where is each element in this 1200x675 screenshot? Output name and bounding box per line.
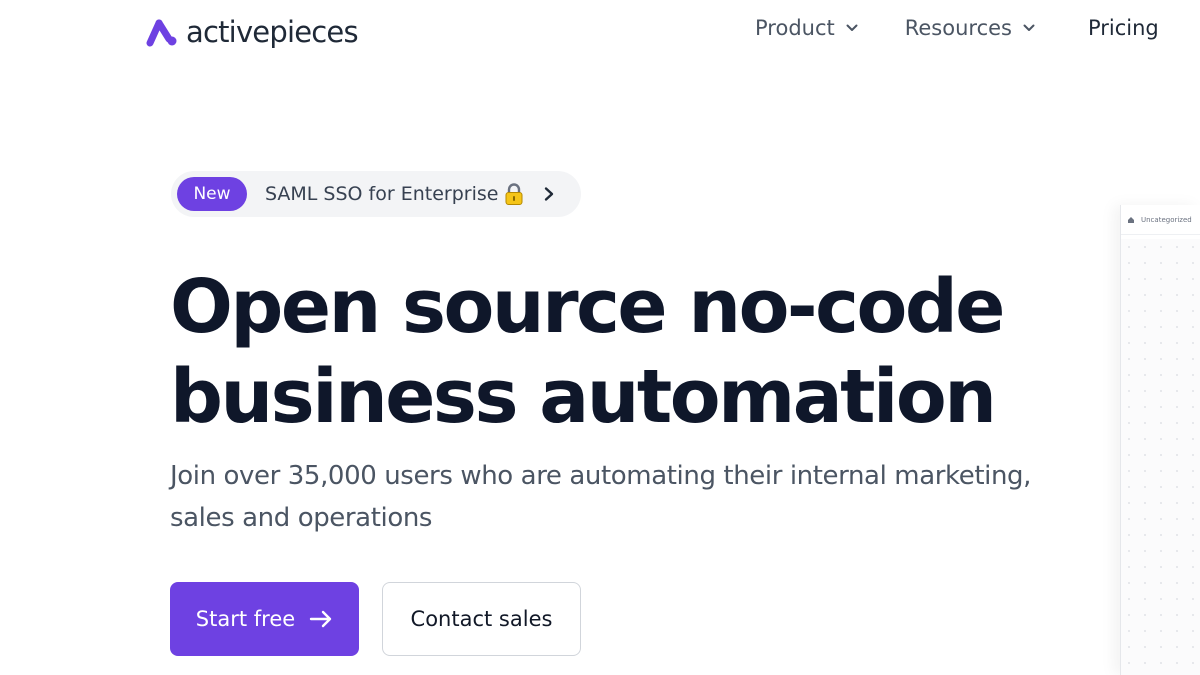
preview-toolbar: Uncategorized [1121, 205, 1200, 235]
brand-name: activepieces [186, 15, 359, 49]
chevron-down-icon [845, 21, 859, 35]
start-free-button[interactable]: Start free [170, 582, 359, 656]
preview-canvas [1121, 239, 1200, 675]
nav-item-label: Product [755, 16, 835, 40]
nav-item-label: Pricing [1087, 16, 1159, 40]
top-nav: Product Resources Pricing [755, 12, 1159, 44]
new-badge: New [177, 177, 247, 211]
hero-title-line: business automation [170, 354, 997, 440]
announcement-text: SAML SSO for Enterprise [265, 183, 499, 205]
contact-sales-button[interactable]: Contact sales [382, 582, 581, 656]
hero-title: Open source no-code business automation [170, 262, 1070, 442]
nav-item-label: Resources [904, 16, 1012, 40]
hero-subtitle-line: Join over 35,000 users who are automatin… [170, 461, 1032, 491]
nav-item-product[interactable]: Product [755, 16, 859, 40]
hero-subtitle-line: sales and operations [170, 503, 433, 533]
nav-item-pricing[interactable]: Pricing [1088, 16, 1159, 40]
brand-logo[interactable]: activepieces [146, 12, 359, 52]
product-preview: Uncategorized [1120, 205, 1200, 675]
start-free-label: Start free [195, 607, 296, 631]
chevron-right-icon [542, 186, 556, 202]
announcement-pill[interactable]: New SAML SSO for Enterprise [171, 171, 581, 217]
nav-item-resources[interactable]: Resources [905, 16, 1036, 40]
home-icon [1128, 216, 1134, 223]
contact-sales-label: Contact sales [410, 607, 553, 631]
arrow-right-icon [309, 610, 332, 628]
chevron-down-icon [1022, 21, 1036, 35]
preview-breadcrumb: Uncategorized [1141, 215, 1192, 224]
hero-subtitle: Join over 35,000 users who are automatin… [170, 455, 1050, 539]
activepieces-logo-icon [146, 19, 177, 47]
hero-title-line: Open source no-code [170, 264, 1005, 350]
lock-icon [504, 182, 524, 206]
